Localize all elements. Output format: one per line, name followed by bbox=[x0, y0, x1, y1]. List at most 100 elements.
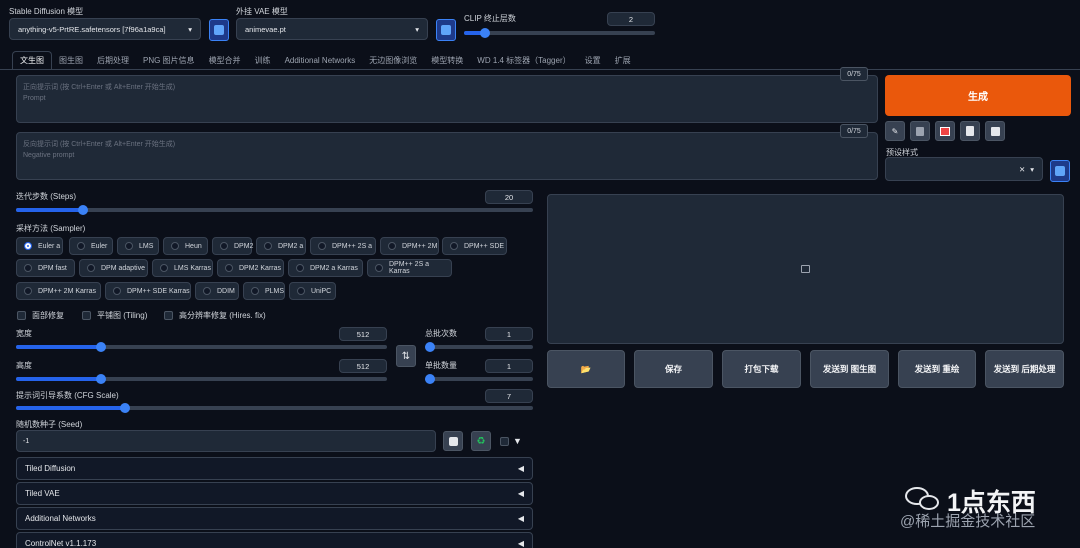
zip-download-button[interactable]: 打包下载 bbox=[722, 350, 801, 388]
sampler-option[interactable]: DPM++ 2S a bbox=[310, 237, 376, 255]
radio-icon[interactable] bbox=[24, 242, 32, 250]
radio-icon[interactable] bbox=[160, 264, 168, 272]
radio-icon[interactable] bbox=[375, 264, 383, 272]
tab-8[interactable]: 模型转换 bbox=[424, 51, 470, 69]
sampler-option[interactable]: DPM2 a Karras bbox=[288, 259, 363, 277]
tab-1[interactable]: 图生图 bbox=[52, 51, 90, 69]
batch-size-slider[interactable] bbox=[425, 374, 533, 384]
width-slider[interactable] bbox=[16, 342, 387, 352]
sampler-option[interactable]: DPM adaptive bbox=[79, 259, 148, 277]
random-seed-button[interactable] bbox=[443, 431, 463, 451]
sampler-option[interactable]: Euler bbox=[69, 237, 113, 255]
radio-icon[interactable] bbox=[125, 242, 133, 250]
radio-icon[interactable] bbox=[24, 287, 32, 295]
accordion-header[interactable]: Additional Networks ◀ bbox=[16, 507, 533, 530]
send-to-extras-button[interactable]: 发送到 后期处理 bbox=[985, 350, 1064, 388]
save-button[interactable]: 保存 bbox=[634, 350, 713, 388]
extra-networks-button[interactable] bbox=[935, 121, 955, 141]
sampler-option[interactable]: DPM fast bbox=[16, 259, 75, 277]
tiling-checkbox[interactable]: 平铺图 (Tiling) bbox=[82, 310, 147, 321]
generate-button[interactable]: 生成 bbox=[885, 75, 1071, 116]
send-to-img2img-button[interactable]: 发送到 图生图 bbox=[810, 350, 889, 388]
tab-11[interactable]: 扩展 bbox=[608, 51, 638, 69]
radio-icon[interactable] bbox=[296, 264, 304, 272]
tab-3[interactable]: PNG 图片信息 bbox=[136, 51, 202, 69]
steps-slider[interactable] bbox=[16, 205, 533, 215]
triangle-down-icon[interactable]: ▼ bbox=[513, 436, 522, 446]
steps-slider-thumb[interactable] bbox=[78, 205, 88, 215]
accordion-header[interactable]: Tiled Diffusion ◀ bbox=[16, 457, 533, 480]
cfg-slider[interactable] bbox=[16, 403, 533, 413]
radio-icon[interactable] bbox=[203, 287, 211, 295]
width-slider-thumb[interactable] bbox=[96, 342, 106, 352]
reuse-seed-button[interactable]: ♻ bbox=[471, 431, 491, 451]
save-style-button[interactable] bbox=[985, 121, 1005, 141]
tab-0[interactable]: 文生图 bbox=[12, 51, 52, 69]
radio-icon[interactable] bbox=[318, 242, 326, 250]
tab-5[interactable]: 训练 bbox=[248, 51, 278, 69]
height-input[interactable]: 512 bbox=[339, 359, 387, 373]
seed-input[interactable]: -1 bbox=[16, 430, 436, 452]
sampler-option[interactable]: DPM++ 2M Karras bbox=[16, 282, 101, 300]
clear-prompt-button[interactable] bbox=[910, 121, 930, 141]
clear-icon[interactable]: ✕ bbox=[1019, 165, 1025, 174]
sampler-option[interactable]: LMS Karras bbox=[152, 259, 213, 277]
radio-icon[interactable] bbox=[220, 242, 228, 250]
sampler-option[interactable]: UniPC bbox=[289, 282, 336, 300]
radio-icon[interactable] bbox=[24, 264, 32, 272]
radio-icon[interactable] bbox=[388, 242, 396, 250]
tab-7[interactable]: 无边图像浏览 bbox=[362, 51, 424, 69]
checkbox-box[interactable] bbox=[500, 437, 509, 447]
cfg-slider-thumb[interactable] bbox=[120, 403, 130, 413]
restore-faces-checkbox[interactable]: 面部修复 bbox=[17, 310, 64, 321]
send-to-inpaint-button[interactable]: 发送到 重绘 bbox=[898, 350, 976, 388]
radio-icon[interactable] bbox=[113, 287, 121, 295]
height-slider-thumb[interactable] bbox=[96, 374, 106, 384]
apply-style-button[interactable] bbox=[960, 121, 980, 141]
radio-icon[interactable] bbox=[264, 242, 272, 250]
sampler-option[interactable]: DPM++ SDE bbox=[442, 237, 507, 255]
radio-icon[interactable] bbox=[251, 287, 259, 295]
sampler-option[interactable]: DPM++ SDE Karras bbox=[105, 282, 191, 300]
radio-icon[interactable] bbox=[87, 264, 95, 272]
batch-count-slider-thumb[interactable] bbox=[425, 342, 435, 352]
batch-size-input[interactable]: 1 bbox=[485, 359, 533, 373]
sampler-option[interactable]: DPM++ 2S a Karras bbox=[367, 259, 452, 277]
vae-select[interactable]: animevae.pt ▾ bbox=[236, 18, 428, 40]
batch-count-input[interactable]: 1 bbox=[485, 327, 533, 341]
tab-10[interactable]: 设置 bbox=[578, 51, 608, 69]
tab-9[interactable]: WD 1.4 标签器（Tagger） bbox=[470, 51, 577, 69]
refresh-vae-button[interactable] bbox=[436, 19, 456, 41]
sampler-option[interactable]: PLMS bbox=[243, 282, 285, 300]
tab-4[interactable]: 模型合并 bbox=[202, 51, 248, 69]
hires-checkbox[interactable]: 高分辨率修复 (Hires. fix) bbox=[164, 310, 266, 321]
checkbox-box[interactable] bbox=[82, 311, 91, 321]
sampler-option[interactable]: DPM2 Karras bbox=[217, 259, 284, 277]
batch-count-slider[interactable] bbox=[425, 342, 533, 352]
accordion-header[interactable]: Tiled VAE ◀ bbox=[16, 482, 533, 505]
sampler-option[interactable]: DPM++ 2M bbox=[380, 237, 439, 255]
sampler-option[interactable]: DDIM bbox=[195, 282, 239, 300]
styles-select[interactable]: ✕ ▾ bbox=[885, 157, 1043, 181]
radio-icon[interactable] bbox=[77, 242, 85, 250]
sampler-option[interactable]: LMS bbox=[117, 237, 159, 255]
accordion-header[interactable]: ControlNet v1.1.173 ◀ bbox=[16, 532, 533, 548]
steps-input[interactable]: 20 bbox=[485, 190, 533, 204]
radio-icon[interactable] bbox=[225, 264, 233, 272]
open-folder-button[interactable]: 📂 bbox=[547, 350, 625, 388]
read-params-button[interactable]: ✎ bbox=[885, 121, 905, 141]
sd-model-select[interactable]: anything-v5-PrtRE.safetensors [7f96a1a9c… bbox=[9, 18, 201, 40]
radio-icon[interactable] bbox=[450, 242, 458, 250]
height-slider[interactable] bbox=[16, 374, 387, 384]
clip-value-input[interactable]: 2 bbox=[607, 12, 655, 26]
checkbox-box[interactable] bbox=[17, 311, 26, 321]
tab-6[interactable]: Additional Networks bbox=[278, 51, 363, 69]
positive-prompt-input[interactable]: 正向提示词 (按 Ctrl+Enter 或 Alt+Enter 开始生成) Pr… bbox=[16, 75, 878, 123]
batch-size-slider-thumb[interactable] bbox=[425, 374, 435, 384]
sampler-option[interactable]: Euler a bbox=[16, 237, 63, 255]
cfg-input[interactable]: 7 bbox=[485, 389, 533, 403]
radio-icon[interactable] bbox=[171, 242, 179, 250]
negative-prompt-input[interactable]: 反向提示词 (按 Ctrl+Enter 或 Alt+Enter 开始生成) Ne… bbox=[16, 132, 878, 180]
width-input[interactable]: 512 bbox=[339, 327, 387, 341]
radio-icon[interactable] bbox=[297, 287, 305, 295]
